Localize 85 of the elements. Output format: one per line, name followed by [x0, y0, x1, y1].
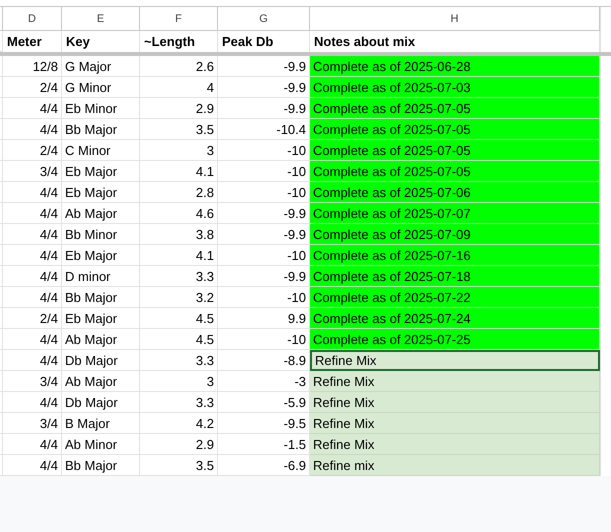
- notes-cell[interactable]: Complete as of 2025-07-18: [310, 266, 600, 287]
- column-letter[interactable]: F: [140, 7, 218, 31]
- length-cell: 3: [140, 140, 218, 161]
- meter-cell: 4/4: [3, 245, 62, 266]
- length-cell: 3: [140, 371, 218, 392]
- meter-cell: 4/4: [3, 182, 62, 203]
- column-letter[interactable]: D: [3, 7, 62, 31]
- length-cell: 2.6: [140, 56, 218, 77]
- length-cell: 4.2: [140, 413, 218, 434]
- notes-cell[interactable]: Refine Mix: [310, 434, 600, 455]
- notes-cell[interactable]: Complete as of 2025-07-22: [310, 287, 600, 308]
- length-cell: 4.1: [140, 245, 218, 266]
- meter-cell: 3/4: [3, 371, 62, 392]
- length-cell: 3.3: [140, 392, 218, 413]
- notes-cell[interactable]: Complete as of 2025-06-28: [310, 56, 600, 77]
- length-cell: 4.5: [140, 329, 218, 350]
- meter-cell: 4/4: [3, 224, 62, 245]
- key-cell: Eb Major: [62, 161, 140, 182]
- key-cell: Bb Major: [62, 287, 140, 308]
- length-cell: 3.3: [140, 266, 218, 287]
- key-cell: Bb Minor: [62, 224, 140, 245]
- meter-cell: 4/4: [3, 455, 62, 476]
- key-cell: Bb Major: [62, 119, 140, 140]
- length-cell: 4.1: [140, 161, 218, 182]
- notes-cell[interactable]: Refine Mix: [310, 413, 600, 434]
- notes-cell[interactable]: Complete as of 2025-07-05: [310, 161, 600, 182]
- notes-cell[interactable]: Refine Mix: [310, 371, 600, 392]
- key-cell: C Minor: [62, 140, 140, 161]
- meter-cell: 4/4: [3, 119, 62, 140]
- meter-cell: 4/4: [3, 266, 62, 287]
- length-cell: 3.3: [140, 350, 218, 371]
- meter-cell: 2/4: [3, 77, 62, 98]
- key-cell: Eb Major: [62, 182, 140, 203]
- length-cell: 3.8: [140, 224, 218, 245]
- meter-cell: 4/4: [3, 203, 62, 224]
- key-cell: Ab Major: [62, 371, 140, 392]
- notes-cell[interactable]: Complete as of 2025-07-09: [310, 224, 600, 245]
- column-letter[interactable]: H: [310, 7, 600, 31]
- key-cell: Eb Minor: [62, 98, 140, 119]
- length-cell: 4.5: [140, 308, 218, 329]
- notes-cell[interactable]: Complete as of 2025-07-03: [310, 77, 600, 98]
- key-cell: G Major: [62, 56, 140, 77]
- column-letter[interactable]: G: [218, 7, 310, 31]
- column-letter[interactable]: E: [62, 7, 140, 31]
- key-cell: G Minor: [62, 77, 140, 98]
- meter-cell: 2/4: [3, 308, 62, 329]
- key-cell: B Major: [62, 413, 140, 434]
- key-cell: Eb Major: [62, 308, 140, 329]
- key-cell: Db Major: [62, 350, 140, 371]
- meter-cell: 4/4: [3, 329, 62, 350]
- key-cell: Ab Major: [62, 329, 140, 350]
- length-cell: 3.5: [140, 455, 218, 476]
- length-cell: 2.9: [140, 434, 218, 455]
- length-cell: 3.5: [140, 119, 218, 140]
- length-cell: 2.9: [140, 98, 218, 119]
- meter-cell: 3/4: [3, 413, 62, 434]
- length-cell: 4.6: [140, 203, 218, 224]
- notes-cell[interactable]: Complete as of 2025-07-06: [310, 182, 600, 203]
- notes-cell[interactable]: Complete as of 2025-07-16: [310, 245, 600, 266]
- notes-cell[interactable]: Refine mix: [310, 455, 600, 476]
- meter-cell: 4/4: [3, 434, 62, 455]
- meter-cell: 2/4: [3, 140, 62, 161]
- key-cell: D minor: [62, 266, 140, 287]
- notes-cell[interactable]: Complete as of 2025-07-05: [310, 98, 600, 119]
- meter-cell: 4/4: [3, 287, 62, 308]
- notes-cell[interactable]: Complete as of 2025-07-05: [310, 140, 600, 161]
- notes-cell[interactable]: Complete as of 2025-07-05: [310, 119, 600, 140]
- meter-cell: 4/4: [3, 98, 62, 119]
- key-cell: Bb Major: [62, 455, 140, 476]
- notes-cell[interactable]: Refine Mix: [310, 392, 600, 413]
- length-cell: 2.8: [140, 182, 218, 203]
- key-cell: Ab Minor: [62, 434, 140, 455]
- notes-cell[interactable]: Complete as of 2025-07-24: [310, 308, 600, 329]
- key-cell: Eb Major: [62, 245, 140, 266]
- meter-cell: 4/4: [3, 350, 62, 371]
- meter-cell: 3/4: [3, 161, 62, 182]
- meter-cell: 4/4: [3, 392, 62, 413]
- length-cell: 4: [140, 77, 218, 98]
- meter-cell: 12/8: [3, 56, 62, 77]
- key-cell: Db Major: [62, 392, 140, 413]
- length-cell: 3.2: [140, 287, 218, 308]
- notes-cell[interactable]: Refine Mix: [310, 350, 600, 371]
- key-cell: Ab Major: [62, 203, 140, 224]
- notes-cell[interactable]: Complete as of 2025-07-07: [310, 203, 600, 224]
- notes-cell[interactable]: Complete as of 2025-07-25: [310, 329, 600, 350]
